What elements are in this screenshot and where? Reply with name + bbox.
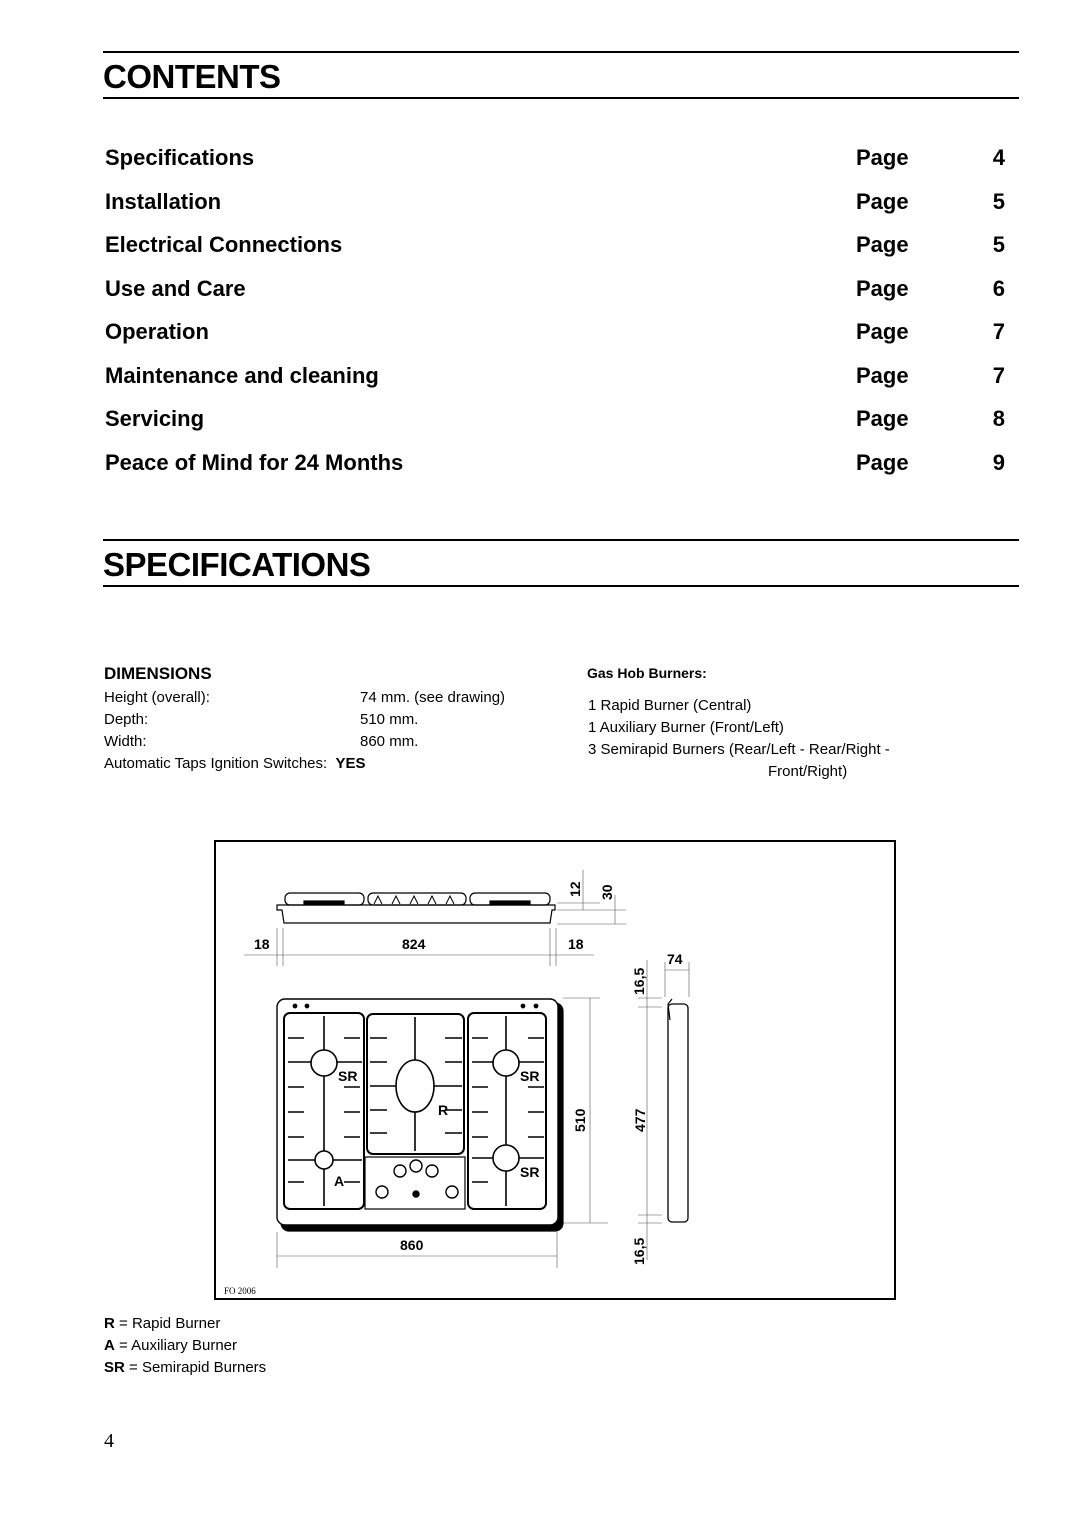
toc-label: Electrical Connections [105,232,343,257]
toc-item[interactable]: Electrical Connections Page 5 [105,232,1005,262]
toc-page-word: Page [856,450,909,475]
hob-dimension-drawing: SR SR SR R A 18 824 18 12 30 74 16,5 510… [214,840,896,1300]
toc-label: Use and Care [105,276,246,301]
dim-16-5-top: 16,5 [631,968,647,995]
toc-item[interactable]: Operation Page 7 [105,319,1005,349]
contents-rule [103,97,1019,99]
dim-16-5-bottom: 16,5 [631,1238,647,1265]
contents-title: CONTENTS [103,58,281,95]
burner-semirapid-front-right [492,1144,520,1172]
toc-page-number: 7 [992,363,1005,388]
toc-page-number: 7 [992,319,1005,344]
dim-label: Width: [104,733,147,750]
dim-value: 510 mm. [360,711,419,728]
label-r: R [438,1102,448,1118]
toc-item[interactable]: Installation Page 5 [105,189,1005,219]
legend-sep: = [114,1337,132,1354]
dim-label: Depth: [104,711,149,728]
toc-page-word: Page [856,232,909,257]
burner-line: 1 Auxiliary Burner (Front/Left) [588,719,784,736]
legend-item: SR = Semirapid Burners [104,1359,266,1376]
legend-text: Auxiliary Burner [131,1337,237,1354]
dim-477: 477 [632,1108,648,1132]
burner-line: Front/Right) [768,763,848,780]
toc-label: Servicing [105,406,205,431]
dim-860: 860 [400,1237,424,1253]
toc-page-number: 8 [992,406,1005,431]
legend-item: R = Rapid Burner [104,1315,220,1332]
dim-value: 860 mm. [360,733,419,750]
toc-page-number: 6 [992,276,1005,301]
burner-semirapid-rear-left [310,1049,338,1077]
toc-page-number: 4 [992,145,1005,170]
burner-rapid-central [395,1059,435,1113]
top-rule [103,51,1019,53]
dim-74: 74 [667,951,683,967]
toc-item[interactable]: Peace of Mind for 24 Months Page 9 [105,450,1005,480]
label-sr: SR [520,1164,539,1180]
legend-text: Rapid Burner [131,1315,221,1332]
side-view [276,892,556,924]
dim-12: 12 [567,881,583,897]
toc-item[interactable]: Specifications Page 4 [105,145,1005,175]
toc-label: Maintenance and cleaning [105,363,379,388]
label-a: A [334,1173,344,1189]
drawing-code: FO 2006 [224,1286,256,1296]
toc-label: Operation [105,319,209,344]
toc-page-word: Page [856,145,909,170]
legend-key: R [104,1315,115,1332]
dim-824: 824 [402,936,426,952]
dim-value: 74 mm. (see drawing) [360,689,506,706]
burner-semirapid-rear-right [492,1049,520,1077]
specifications-title: SPECIFICATIONS [103,546,371,583]
toc-label: Peace of Mind for 24 Months [105,450,404,475]
toc-page-word: Page [856,363,909,388]
toc-page-word: Page [856,276,909,301]
legend-sep: = [114,1315,132,1332]
ignition-row: Automatic Taps Ignition Switches: YES [104,755,366,772]
legend-item: A = Auxiliary Burner [104,1337,237,1354]
dimensions-heading: DIMENSIONS [104,664,212,683]
top-view [276,998,689,1232]
dim-18-left: 18 [254,936,270,952]
dim-18-right: 18 [568,936,584,952]
dim-30: 30 [599,884,615,900]
dim-510: 510 [572,1108,588,1132]
legend-sep: = [124,1359,142,1376]
label-sr: SR [520,1068,539,1084]
ignition-value: YES [335,755,366,772]
burner-auxiliary [314,1150,334,1170]
burners-heading: Gas Hob Burners: [587,665,707,681]
burner-line: 1 Rapid Burner (Central) [588,697,752,714]
toc-item[interactable]: Servicing Page 8 [105,406,1005,436]
legend-text: Semirapid Burners [141,1359,267,1376]
label-sr: SR [338,1068,357,1084]
legend-key: SR [104,1359,125,1376]
page-number: 4 [104,1430,114,1452]
toc-page-word: Page [856,189,909,214]
toc-page-word: Page [856,406,909,431]
toc-page-number: 5 [992,189,1005,214]
toc-page-number: 5 [992,232,1005,257]
dim-label: Height (overall): [104,689,210,706]
burner-line: 3 Semirapid Burners (Rear/Left - Rear/Ri… [588,741,890,758]
legend-key: A [104,1337,115,1354]
specs-top-rule [103,539,1019,541]
toc-page-number: 9 [992,450,1005,475]
toc-label: Specifications [105,145,255,170]
toc-page-word: Page [856,319,909,344]
toc-label: Installation [105,189,222,214]
ignition-label: Automatic Taps Ignition Switches: [104,755,328,772]
specs-rule [103,585,1019,587]
toc-item[interactable]: Maintenance and cleaning Page 7 [105,363,1005,393]
toc-item[interactable]: Use and Care Page 6 [105,276,1005,306]
